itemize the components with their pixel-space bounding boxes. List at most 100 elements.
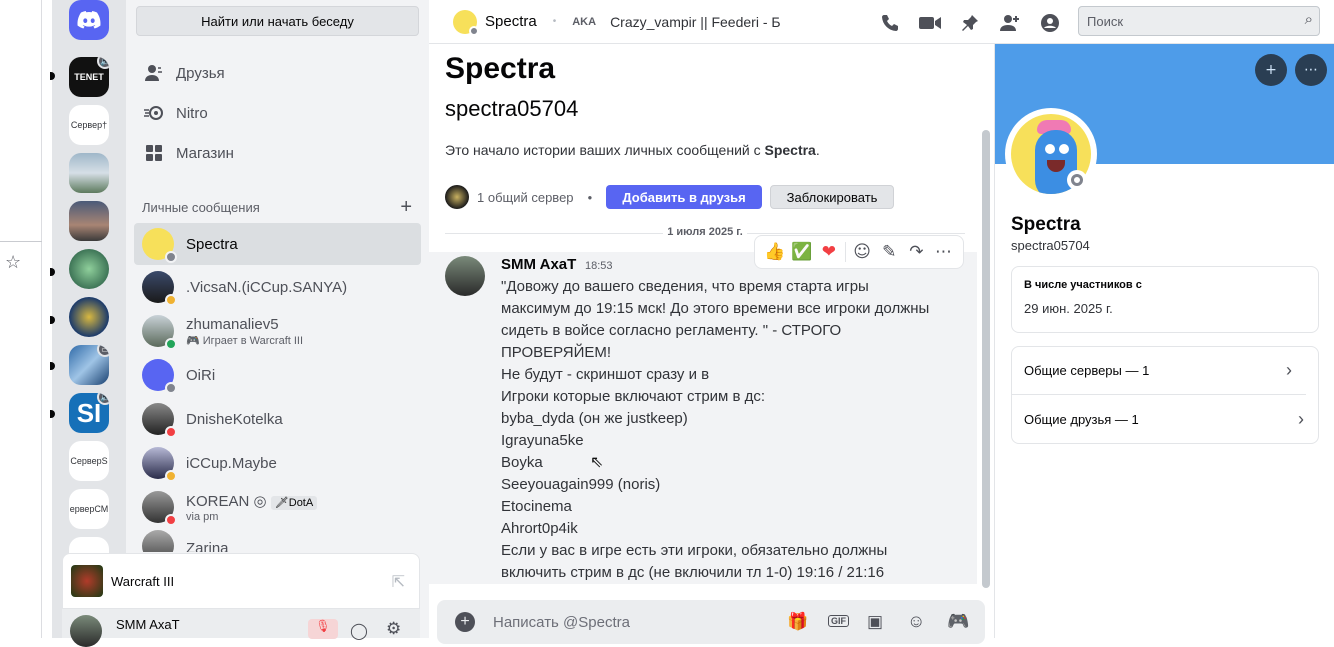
user-avatar[interactable] [70, 614, 102, 647]
find-conversation-button[interactable]: Найти или начать беседу [136, 6, 419, 36]
message[interactable]: SMM AxaT 18:53 "Довожу до вашего сведени… [429, 252, 977, 584]
mutual-servers-row[interactable]: Общие серверы — 1 › [1012, 347, 1306, 395]
dm-name: DnisheKotelka [186, 410, 283, 428]
avatar-eye [1059, 144, 1069, 154]
user-panel: SMM AxaT 🎙 ◯ ⚙ [62, 609, 420, 647]
nitro-icon [144, 103, 164, 123]
dm-activity: Играет в Warcraft III [202, 334, 304, 347]
add-friend-icon[interactable]: + [1255, 54, 1287, 86]
mutual-servers-text[interactable]: 1 общий сервер [477, 190, 574, 205]
status-online-icon [165, 338, 177, 350]
more-options-icon[interactable]: ⋯ [1295, 54, 1327, 86]
intro-text-end: . [815, 142, 820, 158]
add-friend-button[interactable]: Добавить в друзья [606, 185, 762, 209]
mouse-cursor-icon: ⇖ [590, 452, 604, 471]
gift-icon[interactable]: 🎁 [787, 612, 808, 632]
dm-item-iccup-maybe[interactable]: iCCup.Maybe [134, 442, 421, 484]
speaker-icon: 🔊 [97, 393, 109, 405]
dm-name: iCCup.Maybe [186, 454, 277, 472]
guild-si[interactable]: SI 🔊 [69, 393, 109, 433]
mutual-friends-row[interactable]: Общие друзья — 1 › [1012, 395, 1318, 443]
member-since-card: В числе участников с 29 июн. 2025 г. [1011, 266, 1319, 333]
dm-item-dnishekotelka[interactable]: DnisheKotelka [134, 398, 421, 440]
nav-nitro[interactable]: Nitro [134, 93, 421, 133]
guild-image-1[interactable] [69, 153, 109, 193]
message-line: включить стрим в дс (не включили тл 1-0)… [501, 564, 885, 581]
attach-plus-icon[interactable]: + [455, 612, 475, 632]
create-dm-button[interactable]: + [400, 197, 412, 217]
thumbs-up-reaction-icon[interactable]: 👍 [764, 241, 786, 263]
screen-share-icon: ▭ [97, 345, 109, 357]
dm-item-zhumanaliev5[interactable]: zhumanaliev5 🎮 Играет в Warcraft III [134, 310, 421, 352]
dm-item-spectra[interactable]: Spectra [134, 223, 421, 265]
shop-icon [144, 143, 164, 163]
mutual-card: Общие серверы — 1 › Общие друзья — 1 › [1011, 346, 1319, 444]
chat-scrollbar[interactable] [982, 130, 990, 588]
guild-image-4[interactable] [69, 297, 109, 337]
topbar-title[interactable]: Spectra [485, 13, 537, 30]
status-offline-icon [469, 25, 479, 36]
stream-game-icon[interactable]: ⇱ [392, 572, 405, 592]
dm-sidebar: Найти или начать беседу Друзья Nitro Маг… [126, 0, 429, 638]
forward-icon[interactable]: ↷ [905, 241, 927, 263]
mute-mic-icon[interactable]: 🎙 [308, 619, 338, 639]
profile-avatar[interactable] [1005, 108, 1097, 200]
dm-header-label: Личные сообщения [142, 200, 260, 215]
avatar [142, 530, 174, 552]
dm-name: KOREAN ◎ [186, 492, 267, 510]
dm-item-korean[interactable]: KOREAN ◎ 🗡DotA via pm [134, 486, 421, 528]
message-composer[interactable]: + Написать @Spectra 🎁 GIF ▣ ☺ 🎮 [437, 600, 985, 644]
nav-friends[interactable]: Друзья [134, 53, 421, 93]
block-button[interactable]: Заблокировать [769, 185, 895, 209]
pinned-messages-icon[interactable] [959, 12, 981, 34]
chevron-right-icon: › [1286, 360, 1292, 380]
message-author[interactable]: SMM AxaT [501, 256, 576, 273]
guild-tenet[interactable]: TENET 🔊 [69, 57, 109, 97]
settings-gear-icon[interactable]: ⚙ [386, 619, 401, 639]
avatar [142, 359, 177, 394]
sticker-icon[interactable]: ▣ [867, 612, 883, 632]
search-input[interactable]: Поиск ⌕ [1078, 6, 1320, 36]
message-avatar[interactable] [445, 256, 485, 296]
status-offline-icon [1067, 170, 1087, 190]
add-reaction-icon[interactable]: ☺ [851, 241, 873, 263]
dm-name: zhumanaliev5 [186, 315, 279, 333]
video-call-icon[interactable] [919, 12, 941, 34]
activities-gamepad-icon[interactable]: 🎮 [947, 611, 969, 632]
emoji-icon[interactable]: ☺ [907, 611, 925, 632]
profile-name: Spectra [1011, 214, 1081, 235]
nav-shop[interactable]: Магазин [134, 133, 421, 173]
edit-pencil-icon[interactable]: ✎ [878, 241, 900, 263]
heart-reaction-icon[interactable]: ❤ [818, 241, 840, 263]
nav-label: Nitro [176, 104, 208, 122]
game-icon [71, 565, 103, 597]
guild-server-1[interactable]: Сервер† [69, 105, 109, 145]
dm-item-vicsan[interactable]: .VicsaN.(iCCup.SANYA) [134, 266, 421, 308]
check-mark-reaction-icon[interactable]: ✅ [791, 241, 813, 263]
more-options-icon[interactable]: ⋯ [932, 241, 954, 263]
guild-server-s[interactable]: СерверS [69, 441, 109, 481]
user-profile-toggle-icon[interactable] [1039, 12, 1061, 34]
guild-image-2[interactable] [69, 201, 109, 241]
star-icon[interactable]: ☆ [5, 252, 21, 273]
avatar [142, 447, 177, 482]
dm-item-zarina[interactable]: Zarina [134, 530, 421, 552]
dm-item-oiri[interactable]: OiRi [134, 354, 421, 396]
add-friends-to-dm-icon[interactable] [999, 12, 1021, 34]
divider-dot: • [552, 16, 557, 27]
guild-server-cm[interactable]: ерверСМ [69, 489, 109, 529]
browser-side-strip: ☆ [0, 0, 42, 638]
guild-label: TENET [74, 72, 104, 82]
gif-icon[interactable]: GIF [828, 615, 849, 627]
nav-label: Друзья [176, 64, 225, 82]
guild-image-5[interactable]: ▭ [69, 345, 109, 385]
intro-text-main: Это начало истории ваших личных сообщени… [445, 142, 765, 158]
discord-home-icon[interactable] [69, 0, 109, 40]
guild-image-3[interactable] [69, 249, 109, 289]
intro-text-name: Spectra [764, 142, 816, 158]
guild-label: ерверСМ [69, 504, 109, 514]
headphones-icon[interactable]: ◯ [350, 621, 368, 641]
mutual-server-icon[interactable] [445, 185, 469, 209]
voice-call-icon[interactable] [879, 12, 901, 34]
dm-name: OiRi [186, 366, 216, 384]
